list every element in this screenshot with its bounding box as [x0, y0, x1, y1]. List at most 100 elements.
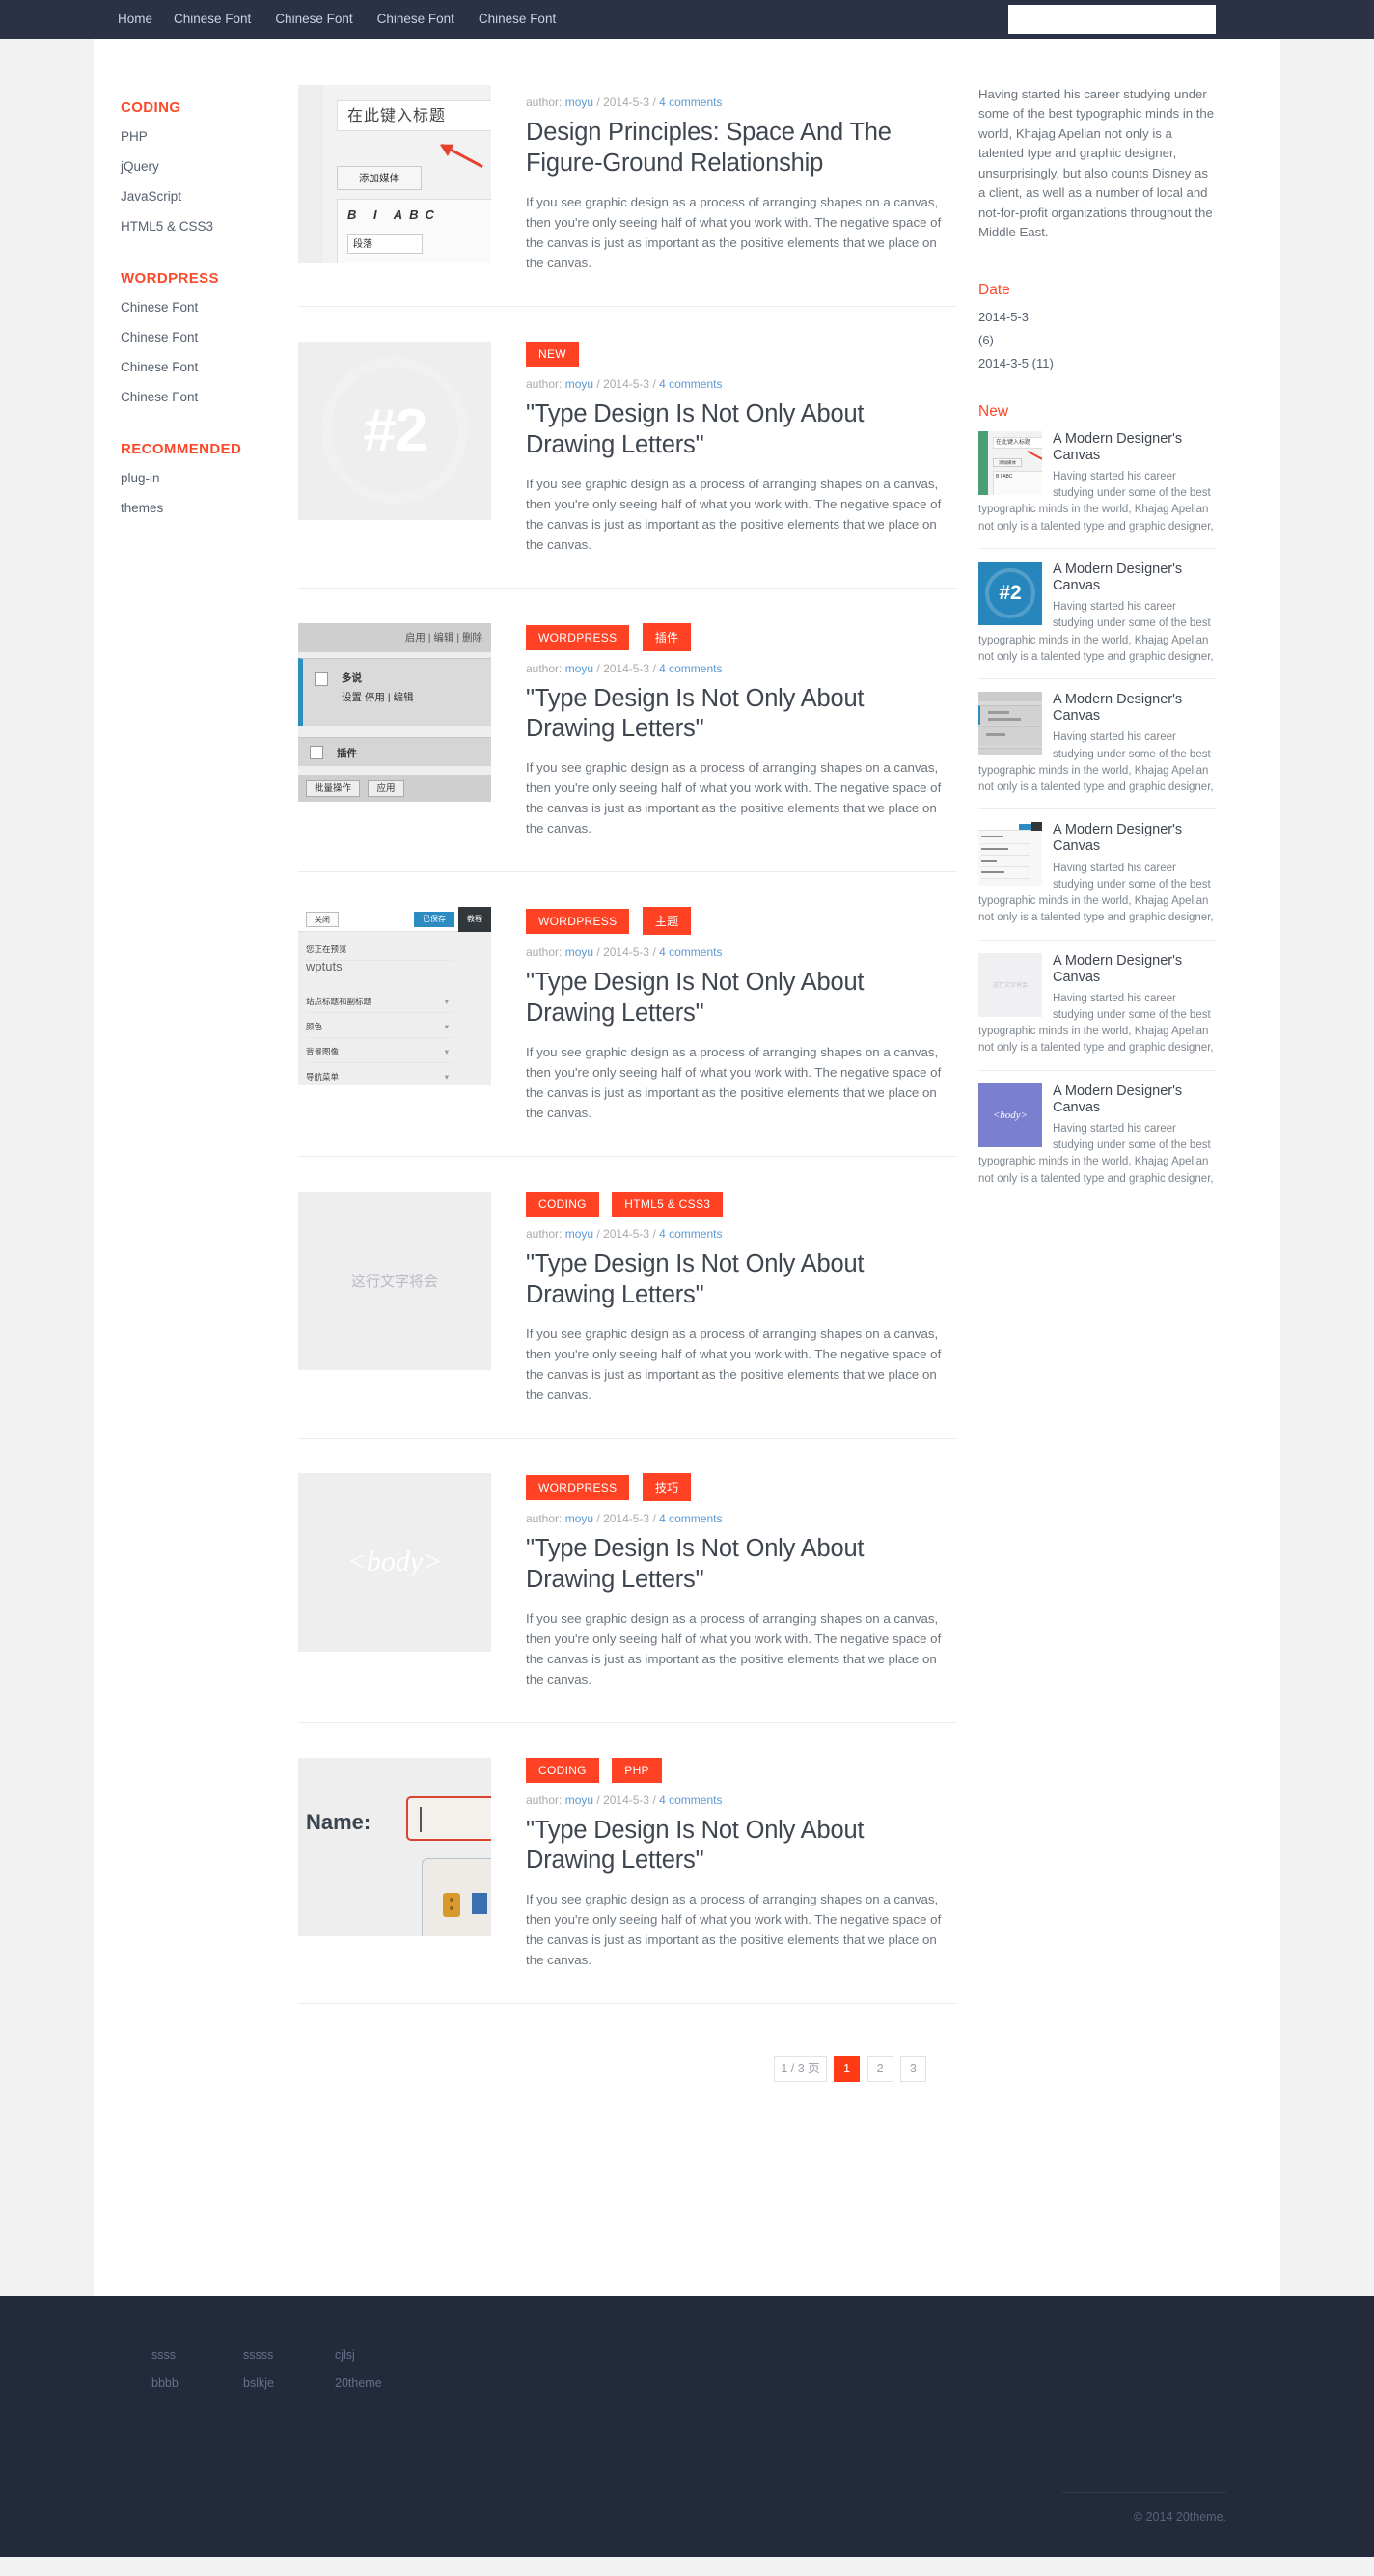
save-button[interactable]: 已保存	[414, 912, 454, 928]
news-thumbnail[interactable]: 这行文字将会	[978, 952, 1042, 1017]
pagination-page-3[interactable]: 3	[900, 2056, 926, 2083]
list-item[interactable]: PHP	[121, 128, 267, 146]
tag-wordpress[interactable]: WORDPRESS	[526, 1474, 630, 1500]
tag-coding[interactable]: CODING	[526, 1192, 599, 1217]
comments-link[interactable]: 4 comments	[659, 96, 722, 109]
tag-tips[interactable]: 技巧	[642, 1472, 692, 1501]
apply-button[interactable]: 应用	[368, 779, 404, 797]
list-item[interactable]: Chinese Font	[121, 329, 267, 346]
news-thumbnail[interactable]: <body>	[978, 1082, 1042, 1147]
footer-link-0-0[interactable]: ssss	[151, 2348, 243, 2362]
date-item-2[interactable]: 2014-3-5 (11)	[978, 356, 1054, 370]
news-title-link[interactable]: A Modern Designer's Canvas	[1053, 953, 1182, 985]
list-item[interactable]: Chinese Font	[121, 359, 267, 376]
list-item[interactable]: HTML5 & CSS3	[121, 218, 267, 235]
news-thumbnail[interactable]	[978, 692, 1042, 756]
tutorial-tab[interactable]: 教程	[458, 907, 491, 933]
date-item-1[interactable]: (6)	[978, 333, 994, 347]
footer-link-1-0[interactable]: sssss	[243, 2348, 335, 2362]
news-title-link[interactable]: A Modern Designer's Canvas	[1053, 431, 1182, 463]
sidebar-item-html5-css3[interactable]: HTML5 & CSS3	[121, 219, 213, 233]
post-thumbnail[interactable]: 在此键入标题 添加媒体 B I ABC 段落	[298, 85, 491, 273]
sidebar-item-php[interactable]: PHP	[121, 129, 148, 144]
author-link[interactable]: moyu	[565, 662, 593, 675]
list-item[interactable]: themes	[121, 500, 267, 517]
tag-wordpress[interactable]: WORDPRESS	[526, 624, 630, 650]
tag-plugin[interactable]: 插件	[642, 622, 692, 651]
news-title-link[interactable]: A Modern Designer's Canvas	[1053, 822, 1182, 854]
sidebar-item-plugin[interactable]: plug-in	[121, 471, 160, 485]
post-thumbnail[interactable]: #2	[298, 341, 491, 555]
author-link[interactable]: moyu	[565, 1794, 593, 1807]
list-item[interactable]: Chinese Font	[121, 299, 267, 316]
nav-item-home[interactable]: Home	[118, 0, 152, 39]
list-item[interactable]: Chinese Font	[121, 389, 267, 406]
comments-link[interactable]: 4 comments	[659, 945, 722, 959]
customizer-section-0[interactable]: 站点标题和副标题 ▾	[306, 990, 453, 1014]
news-thumbnail[interactable]	[978, 822, 1042, 887]
news-thumbnail[interactable]: 在此键入标题 添加媒体 B I ABC	[978, 430, 1042, 495]
nav-item-2[interactable]: Chinese Font	[275, 0, 352, 39]
sidebar-item-javascript[interactable]: JavaScript	[121, 189, 181, 204]
pagination-page-2[interactable]: 2	[866, 2056, 893, 2083]
post-title-link[interactable]: "Type Design Is Not Only About Drawing L…	[526, 685, 865, 743]
post-title-link[interactable]: "Type Design Is Not Only About Drawing L…	[526, 969, 865, 1027]
sidebar-item-wp-3[interactable]: Chinese Font	[121, 390, 198, 404]
tag-html5-css3[interactable]: HTML5 & CSS3	[612, 1192, 724, 1217]
row-checkbox[interactable]	[315, 671, 328, 686]
news-thumbnail[interactable]: #2	[978, 561, 1042, 625]
sidebar-item-wp-0[interactable]: Chinese Font	[121, 300, 198, 315]
post-title-link[interactable]: "Type Design Is Not Only About Drawing L…	[526, 1250, 865, 1308]
list-item[interactable]: JavaScript	[121, 188, 267, 206]
news-title-link[interactable]: A Modern Designer's Canvas	[1053, 1083, 1182, 1115]
list-item[interactable]: 2014-3-5 (11)	[978, 356, 1216, 370]
close-button[interactable]: 关闭	[306, 912, 339, 928]
footer-link-0-1[interactable]: bbbb	[151, 2376, 243, 2390]
post-thumbnail[interactable]: 启用 | 编辑 | 删除 多说 设置 停用 | 编辑 插件 批量操作 应用	[298, 622, 491, 839]
footer-link-2-1[interactable]: 20theme	[335, 2376, 426, 2390]
post-title-link[interactable]: "Type Design Is Not Only About Drawing L…	[526, 1535, 865, 1593]
sidebar-item-wp-2[interactable]: Chinese Font	[121, 360, 198, 374]
bulk-action-select[interactable]: 批量操作	[306, 779, 360, 797]
tag-php[interactable]: PHP	[612, 1757, 662, 1783]
customizer-section-3[interactable]: 导航菜单 ▾	[306, 1065, 453, 1085]
comments-link[interactable]: 4 comments	[659, 1512, 722, 1525]
comments-link[interactable]: 4 comments	[659, 377, 722, 391]
post-title-link[interactable]: "Type Design Is Not Only About Drawing L…	[526, 1817, 865, 1875]
post-thumbnail[interactable]: 关闭 已保存 教程 您正在预览 wptuts 站点标题和副标题 ▾ 颜色 ▾ 背景图…	[298, 907, 491, 1123]
list-item[interactable]: plug-in	[121, 470, 267, 487]
pagination-page-1[interactable]: 1	[834, 2056, 861, 2083]
date-item-0[interactable]: 2014-5-3	[978, 310, 1029, 324]
post-thumbnail[interactable]: <body>	[298, 1472, 491, 1689]
nav-item-1[interactable]: Chinese Font	[174, 0, 251, 39]
post-thumbnail[interactable]: Name:	[298, 1757, 491, 1971]
news-title-link[interactable]: A Modern Designer's Canvas	[1053, 692, 1182, 724]
author-link[interactable]: moyu	[565, 96, 593, 109]
author-link[interactable]: moyu	[565, 945, 593, 959]
author-link[interactable]: moyu	[565, 1512, 593, 1525]
post-title-link[interactable]: "Type Design Is Not Only About Drawing L…	[526, 400, 865, 458]
post-title-link[interactable]: Design Principles: Space And The Figure-…	[526, 119, 892, 177]
tag-coding[interactable]: CODING	[526, 1757, 599, 1783]
sidebar-item-themes[interactable]: themes	[121, 501, 163, 515]
customizer-section-2[interactable]: 背景图像 ▾	[306, 1040, 453, 1064]
sidebar-item-wp-1[interactable]: Chinese Font	[121, 330, 198, 344]
post-thumbnail[interactable]: 这行文字将会	[298, 1192, 491, 1405]
tag-wordpress[interactable]: WORDPRESS	[526, 909, 630, 935]
footer-link-2-0[interactable]: cjlsj	[335, 2348, 426, 2362]
list-item[interactable]: 2014-5-3	[978, 310, 1216, 324]
comments-link[interactable]: 4 comments	[659, 1794, 722, 1807]
nav-item-3[interactable]: Chinese Font	[377, 0, 454, 39]
list-item[interactable]: jQuery	[121, 158, 267, 176]
list-item[interactable]: (6)	[978, 333, 1216, 347]
nav-item-4[interactable]: Chinese Font	[479, 0, 556, 39]
row-checkbox[interactable]	[310, 745, 323, 759]
search-input[interactable]	[1008, 5, 1216, 34]
comments-link[interactable]: 4 comments	[659, 1227, 722, 1241]
comments-link[interactable]: 4 comments	[659, 662, 722, 675]
tag-new[interactable]: NEW	[526, 341, 579, 367]
footer-link-1-1[interactable]: bslkje	[243, 2376, 335, 2390]
tag-theme[interactable]: 主题	[642, 907, 692, 936]
customizer-section-1[interactable]: 颜色 ▾	[306, 1015, 453, 1039]
author-link[interactable]: moyu	[565, 377, 593, 391]
